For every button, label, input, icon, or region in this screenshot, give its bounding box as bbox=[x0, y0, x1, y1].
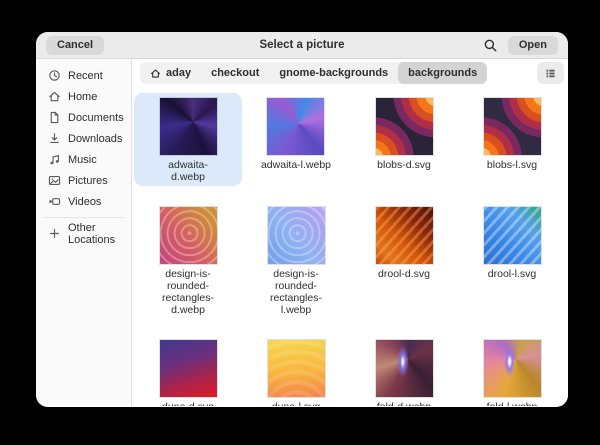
file-thumbnail bbox=[484, 98, 541, 155]
file-thumbnail bbox=[268, 207, 325, 264]
sidebar-item-label: Documents bbox=[68, 112, 124, 124]
file-thumbnail bbox=[160, 340, 217, 397]
breadcrumb-label: backgrounds bbox=[408, 67, 477, 79]
path-toolbar: aday checkout gnome-backgrounds backgrou… bbox=[140, 62, 564, 85]
file-name: fold-l.webp bbox=[487, 401, 538, 406]
file-item[interactable]: drool-d.svg bbox=[358, 202, 451, 283]
file-item[interactable]: dune-d.svg bbox=[142, 335, 235, 406]
file-thumbnail bbox=[160, 98, 217, 155]
breadcrumb-segment-aday[interactable]: aday bbox=[140, 62, 201, 84]
file-item[interactable]: fold-d.webp bbox=[358, 335, 451, 406]
cancel-button[interactable]: Cancel bbox=[46, 36, 104, 55]
breadcrumb-label: checkout bbox=[211, 67, 259, 79]
downloads-icon bbox=[48, 132, 61, 145]
sidebar-item-label: Downloads bbox=[68, 133, 122, 145]
file-item[interactable]: blobs-l.svg bbox=[466, 93, 559, 174]
sidebar-item-videos[interactable]: Videos bbox=[36, 191, 131, 212]
sidebar-item-pictures[interactable]: Pictures bbox=[36, 170, 131, 191]
file-item[interactable]: dune-l.svg bbox=[250, 335, 343, 406]
videos-icon bbox=[48, 195, 61, 208]
file-name: adwaita-d.webp bbox=[152, 159, 224, 183]
file-card: dune-l.svg bbox=[250, 335, 343, 406]
search-icon bbox=[483, 38, 498, 53]
file-item[interactable]: adwaita-d.webp bbox=[134, 93, 242, 186]
file-name: dune-d.svg bbox=[162, 401, 214, 406]
file-item[interactable]: fold-l.webp bbox=[466, 335, 559, 406]
sidebar-item-label: Other Locations bbox=[68, 222, 125, 246]
file-name: design-is-rounded-rectangles-d.webp bbox=[152, 268, 224, 316]
window-title: Select a picture bbox=[259, 39, 344, 51]
music-icon bbox=[48, 153, 61, 166]
file-card: drool-d.svg bbox=[358, 202, 451, 283]
breadcrumb: aday checkout gnome-backgrounds backgrou… bbox=[140, 62, 487, 84]
search-button[interactable] bbox=[482, 36, 500, 54]
breadcrumb-label: gnome-backgrounds bbox=[279, 67, 388, 79]
file-item[interactable]: design-is-rounded-rectangles-l.webp bbox=[242, 202, 350, 319]
file-thumbnail bbox=[267, 98, 324, 155]
file-card: dune-d.svg bbox=[142, 335, 235, 406]
file-card-selected: adwaita-d.webp bbox=[134, 93, 242, 186]
file-thumbnail bbox=[268, 340, 325, 397]
file-thumbnail bbox=[160, 207, 217, 264]
sidebar-item-label: Recent bbox=[68, 70, 103, 82]
dialog-body: Recent Home Documents bbox=[36, 59, 568, 406]
file-name: design-is-rounded-rectangles-l.webp bbox=[260, 268, 332, 316]
file-name: blobs-l.svg bbox=[487, 159, 537, 171]
sidebar-item-other-locations[interactable]: Other Locations bbox=[36, 223, 131, 244]
home-icon bbox=[48, 90, 61, 103]
file-card: adwaita-l.webp bbox=[243, 93, 349, 174]
pictures-icon bbox=[48, 174, 61, 187]
sidebar-item-music[interactable]: Music bbox=[36, 149, 131, 170]
documents-icon bbox=[48, 111, 61, 124]
file-card: drool-l.svg bbox=[466, 202, 559, 283]
file-thumbnail bbox=[484, 207, 541, 264]
breadcrumb-segment-checkout[interactable]: checkout bbox=[201, 62, 269, 84]
breadcrumb-segment-gnome-backgrounds[interactable]: gnome-backgrounds bbox=[269, 62, 398, 84]
sidebar-item-label: Home bbox=[68, 91, 97, 103]
file-name: fold-d.webp bbox=[377, 401, 431, 406]
file-name: drool-l.svg bbox=[488, 268, 536, 280]
file-item[interactable]: adwaita-l.webp bbox=[243, 93, 349, 174]
sidebar-item-recent[interactable]: Recent bbox=[36, 65, 131, 86]
sidebar-item-label: Videos bbox=[68, 196, 101, 208]
file-card: fold-l.webp bbox=[466, 335, 559, 406]
file-name: adwaita-l.webp bbox=[261, 159, 331, 171]
recent-icon bbox=[48, 69, 61, 82]
file-name: dune-l.svg bbox=[272, 401, 320, 406]
sidebar-item-downloads[interactable]: Downloads bbox=[36, 128, 131, 149]
sidebar-item-documents[interactable]: Documents bbox=[36, 107, 131, 128]
sidebar-item-home[interactable]: Home bbox=[36, 86, 131, 107]
file-thumbnail bbox=[376, 98, 433, 155]
file-thumbnail bbox=[484, 340, 541, 397]
list-view-icon bbox=[544, 67, 557, 80]
headerbar: Cancel Select a picture Open bbox=[36, 32, 568, 59]
view-toggle-button[interactable] bbox=[537, 62, 564, 84]
file-card: design-is-rounded-rectangles-d.webp bbox=[134, 202, 242, 319]
file-thumbnail bbox=[376, 207, 433, 264]
desktop-backdrop: Cancel Select a picture Open Rec bbox=[0, 0, 600, 445]
file-name: blobs-d.svg bbox=[377, 159, 431, 171]
breadcrumb-label: aday bbox=[166, 67, 191, 79]
file-card: fold-d.webp bbox=[358, 335, 451, 406]
open-button[interactable]: Open bbox=[508, 36, 558, 55]
file-browser-content: aday checkout gnome-backgrounds backgrou… bbox=[132, 59, 568, 406]
file-grid: adwaita-d.webp adwaita-l.webp blobs-d.sv… bbox=[132, 85, 568, 406]
file-card: blobs-l.svg bbox=[466, 93, 559, 174]
file-item[interactable]: design-is-rounded-rectangles-d.webp bbox=[134, 202, 242, 319]
home-icon bbox=[150, 68, 161, 79]
file-chooser-dialog: Cancel Select a picture Open Rec bbox=[36, 32, 568, 407]
file-card: blobs-d.svg bbox=[358, 93, 451, 174]
places-sidebar: Recent Home Documents bbox=[36, 59, 132, 406]
plus-icon bbox=[48, 227, 61, 240]
breadcrumb-segment-backgrounds[interactable]: backgrounds bbox=[398, 62, 487, 84]
sidebar-item-label: Music bbox=[68, 154, 97, 166]
file-name: drool-d.svg bbox=[378, 268, 430, 280]
file-item[interactable]: blobs-d.svg bbox=[358, 93, 451, 174]
file-item[interactable]: drool-l.svg bbox=[466, 202, 559, 283]
sidebar-item-label: Pictures bbox=[68, 175, 108, 187]
sidebar-divider bbox=[44, 217, 123, 218]
file-card: design-is-rounded-rectangles-l.webp bbox=[242, 202, 350, 319]
file-thumbnail bbox=[376, 340, 433, 397]
